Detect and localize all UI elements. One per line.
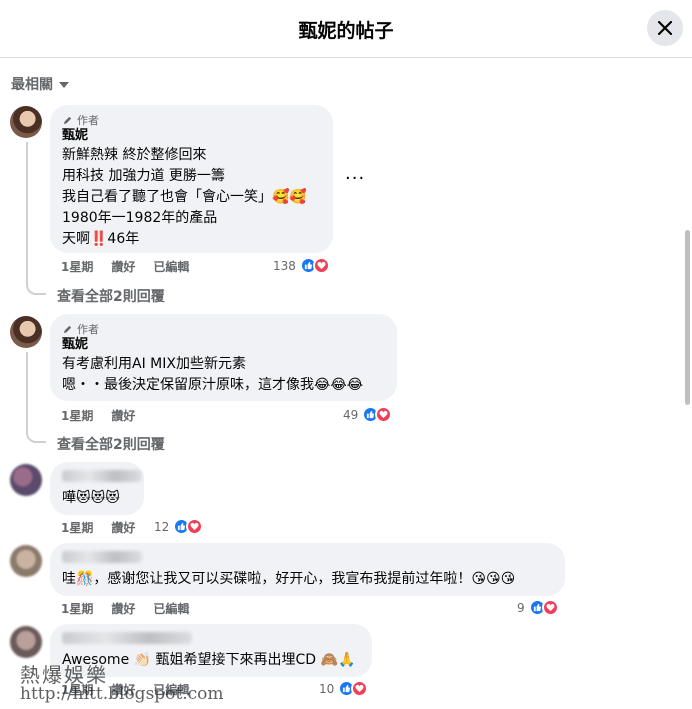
sort-dropdown[interactable]: 最相關 xyxy=(11,74,69,94)
reply-connector xyxy=(26,429,46,443)
avatar[interactable] xyxy=(10,545,42,577)
avatar[interactable] xyxy=(10,106,42,138)
caret-down-icon xyxy=(59,82,69,88)
comment-actions: 1星期 讚好 已編輯 xyxy=(61,258,189,275)
pencil-icon xyxy=(63,325,72,333)
reply-connector xyxy=(26,281,46,295)
avatar[interactable] xyxy=(10,626,42,658)
comment-actions: 1星期 讚好 xyxy=(61,407,135,424)
timestamp[interactable]: 1星期 xyxy=(61,407,93,424)
love-reaction-icon xyxy=(375,406,393,423)
close-button[interactable] xyxy=(647,10,683,46)
reaction-count: 138 xyxy=(273,258,296,273)
comment-bubble: 嘩😻😻😻 xyxy=(50,462,144,515)
comment-bubble: 哇🎊，感谢您让我又可以买碟啦，好开心，我宣布我提前过年啦！😘😘😘 xyxy=(50,543,565,596)
comment-actions: 1星期 讚好 已編輯 xyxy=(61,600,189,617)
like-button[interactable]: 讚好 xyxy=(111,258,135,275)
timestamp[interactable]: 1星期 xyxy=(61,519,93,536)
love-reaction-icon xyxy=(351,680,369,697)
reaction-count: 10 xyxy=(319,681,335,696)
close-icon xyxy=(658,21,672,35)
commenter-name-redacted xyxy=(62,632,192,644)
comment-author[interactable]: 甄妮 xyxy=(62,127,321,145)
love-reaction-icon xyxy=(186,518,204,535)
timestamp[interactable]: 1星期 xyxy=(61,258,93,275)
sort-label: 最相關 xyxy=(11,77,53,93)
love-reaction-icon xyxy=(312,257,330,274)
edited-label: 已編輯 xyxy=(153,602,190,616)
dialog-header: 甄妮的帖子 xyxy=(0,0,692,58)
like-button[interactable]: 讚好 xyxy=(111,407,135,424)
view-replies-link[interactable]: 查看全部2則回覆 xyxy=(57,286,165,306)
commenter-name-redacted xyxy=(62,470,142,482)
dialog-title: 甄妮的帖子 xyxy=(298,20,394,42)
reaction-count: 12 xyxy=(154,519,170,534)
timestamp[interactable]: 1星期 xyxy=(61,600,93,617)
thread-line xyxy=(26,352,28,430)
thread-line xyxy=(26,142,28,282)
author-badge: 作者 xyxy=(62,322,385,336)
more-options-button[interactable]: ··· xyxy=(345,168,365,189)
reaction-summary[interactable]: 138 xyxy=(273,257,330,274)
commenter-name-redacted xyxy=(62,551,142,563)
reaction-summary[interactable]: 12 xyxy=(154,518,204,535)
reaction-summary[interactable]: 49 xyxy=(343,406,393,423)
love-reaction-icon xyxy=(541,599,559,616)
pencil-icon xyxy=(63,116,72,124)
view-replies-link[interactable]: 查看全部2則回覆 xyxy=(57,434,165,454)
like-button[interactable]: 讚好 xyxy=(111,600,135,617)
comment-text: 新鮮熱辣 終於整修回來 用科技 加強力道 更勝一籌 我自己看了聽了也會「會心一笑… xyxy=(62,147,307,247)
comment-text: 嘩😻😻😻 xyxy=(62,490,120,506)
comment-text: 哇🎊，感谢您让我又可以买碟啦，好开心，我宣布我提前过年啦！😘😘😘 xyxy=(62,571,516,587)
reaction-summary[interactable]: 9 xyxy=(517,599,559,616)
comment-author[interactable]: 甄妮 xyxy=(62,336,385,354)
avatar[interactable] xyxy=(10,316,42,348)
comment-text: 有考慮利用AI MIX加些新元素 嗯・・最後決定保留原汁原味，這才像我😂😂😂 xyxy=(62,356,364,393)
scrollbar[interactable] xyxy=(685,230,690,405)
comment-bubble: 作者 甄妮 新鮮熱辣 終於整修回來 用科技 加強力道 更勝一籌 我自己看了聽了也… xyxy=(50,105,333,253)
edited-label: 已編輯 xyxy=(153,260,190,274)
reaction-count: 49 xyxy=(343,407,359,422)
reaction-summary[interactable]: 10 xyxy=(319,680,369,697)
watermark-url: http://hitt.blogspot.com xyxy=(20,684,224,704)
comment-bubble: 作者 甄妮 有考慮利用AI MIX加些新元素 嗯・・最後決定保留原汁原味，這才像… xyxy=(50,314,397,401)
reaction-count: 9 xyxy=(517,600,525,615)
avatar[interactable] xyxy=(10,464,42,496)
comment-actions: 1星期 讚好 xyxy=(61,519,135,536)
like-button[interactable]: 讚好 xyxy=(111,519,135,536)
author-badge: 作者 xyxy=(62,113,321,127)
